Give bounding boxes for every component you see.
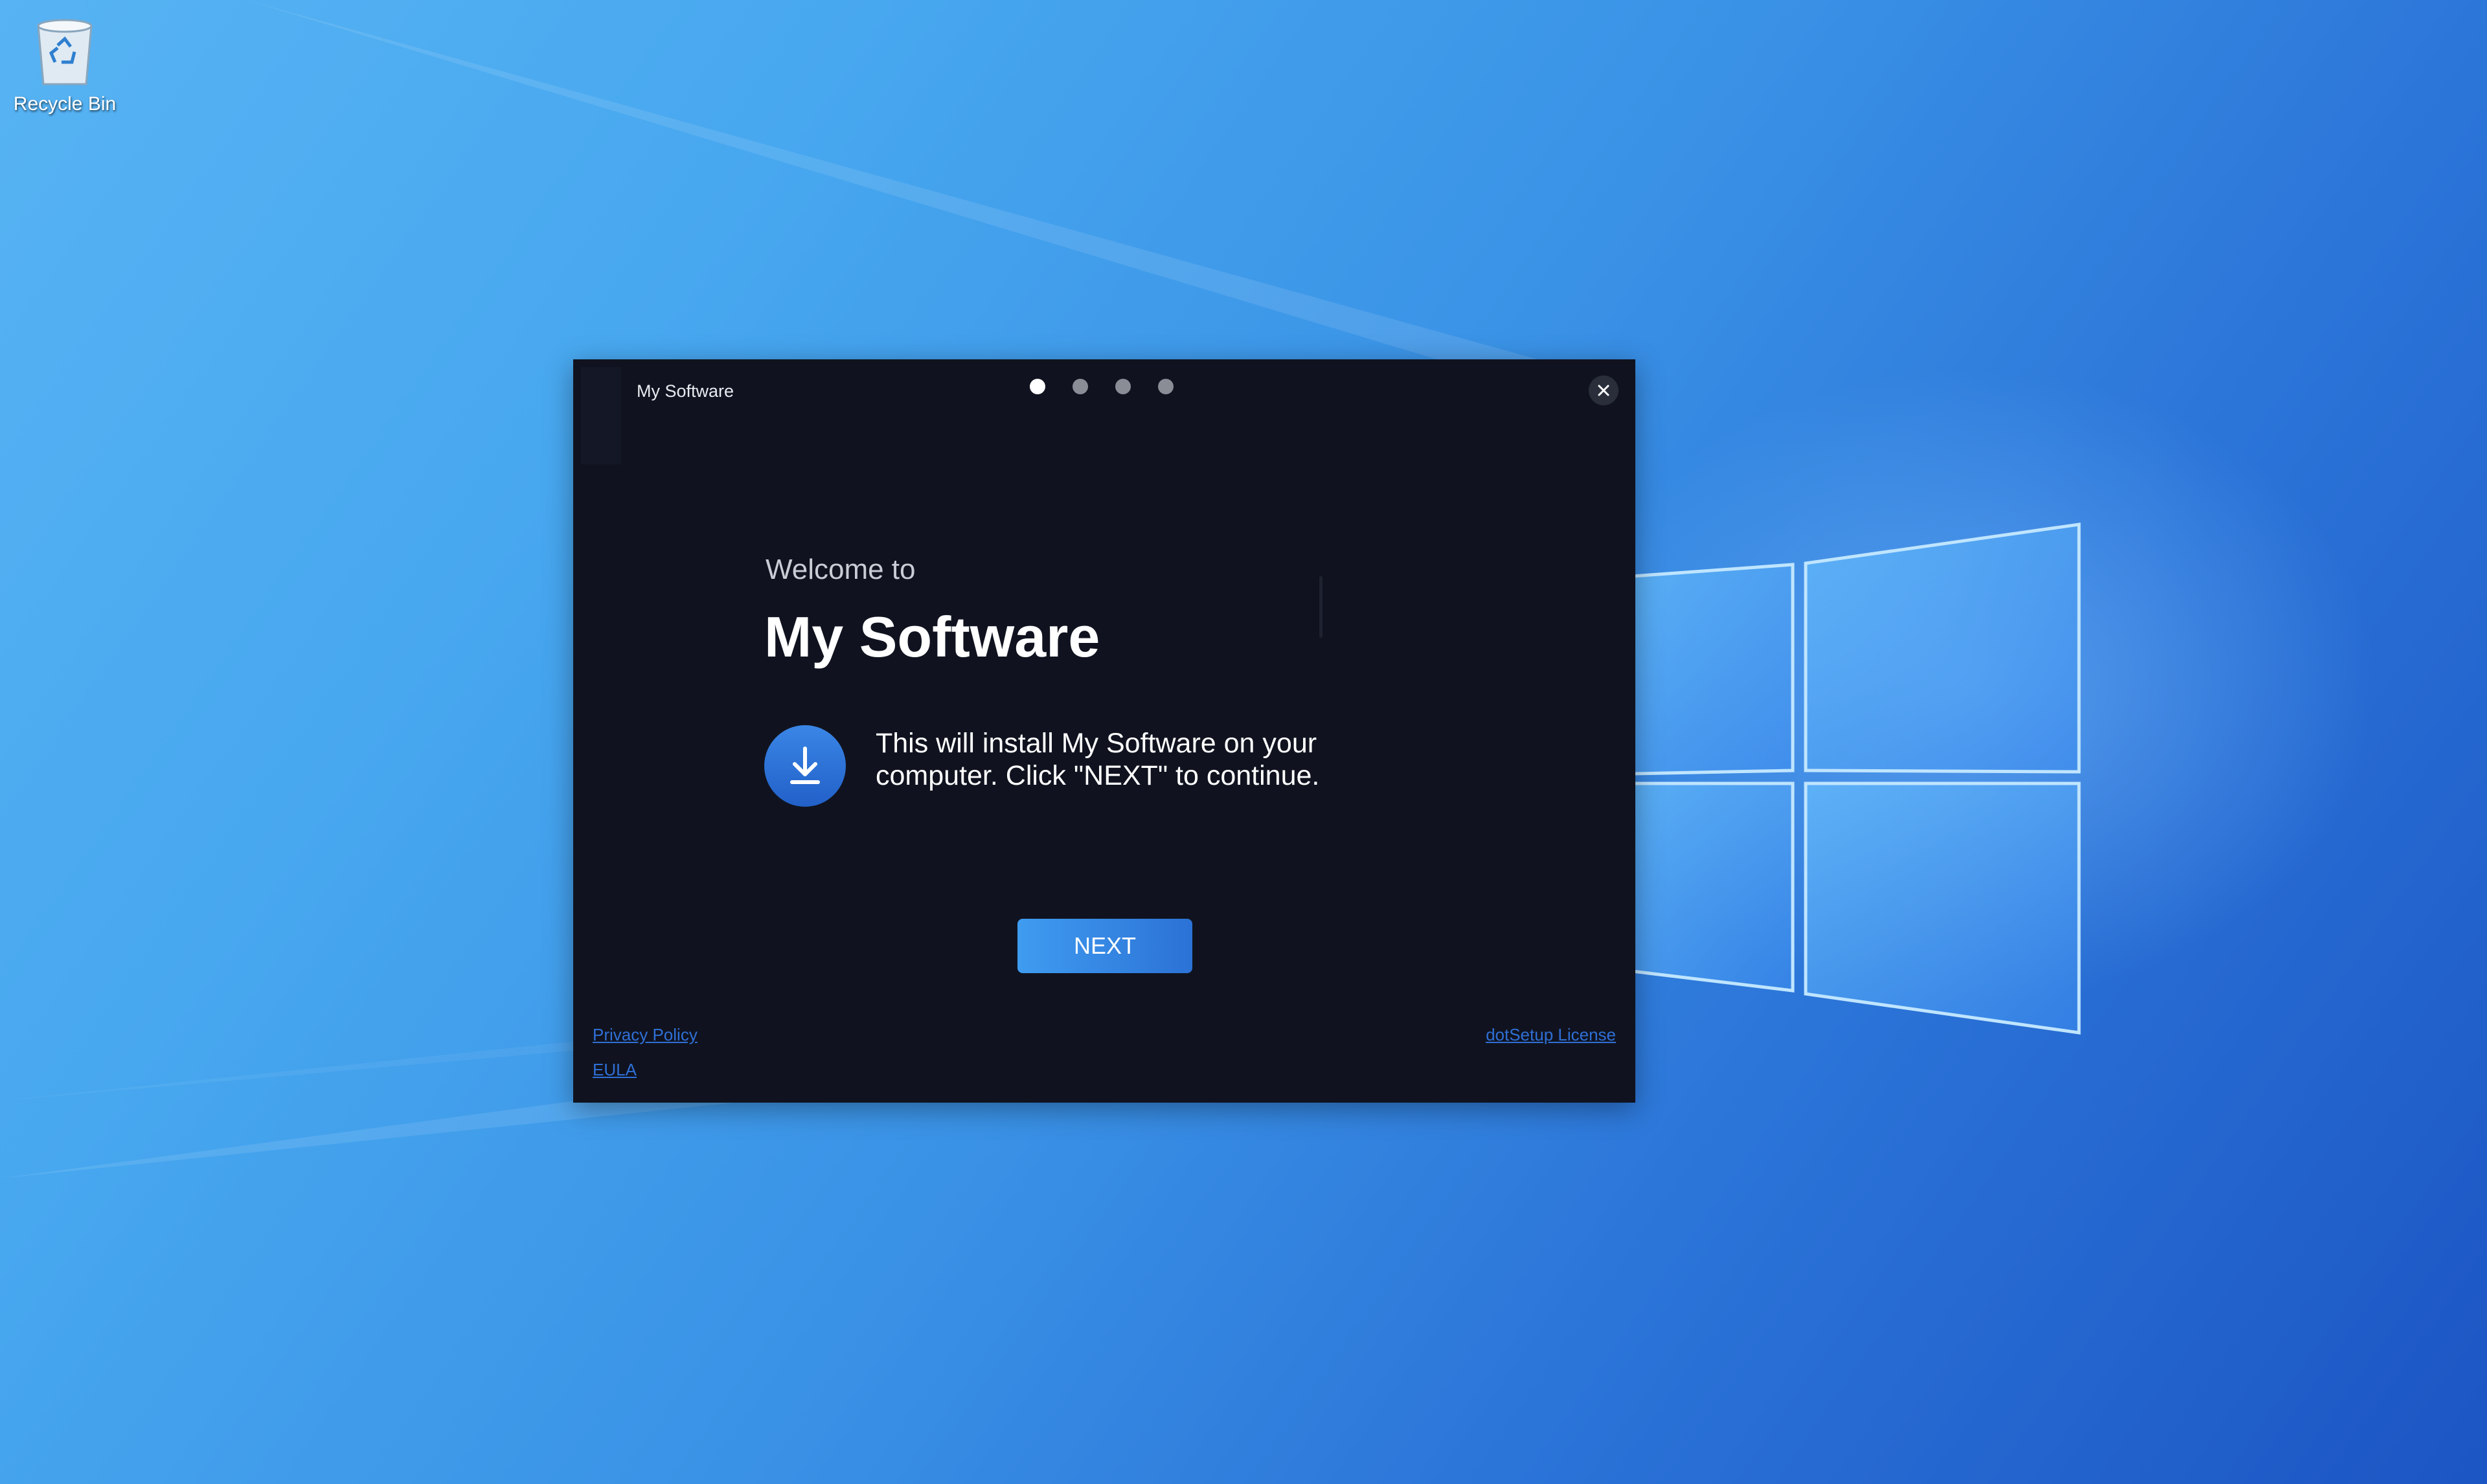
download-icon	[764, 725, 846, 807]
title-accent	[581, 367, 621, 464]
desktop-icon-label: Recycle Bin	[13, 93, 117, 115]
window-title: My Software	[637, 381, 734, 401]
close-icon	[1598, 385, 1609, 396]
product-name: My Software	[764, 605, 1100, 669]
next-button[interactable]: NEXT	[1017, 919, 1192, 973]
eula-link[interactable]: EULA	[593, 1060, 637, 1080]
dotsetup-license-link[interactable]: dotSetup License	[1486, 1025, 1616, 1045]
step-dot-2	[1073, 379, 1088, 394]
step-dot-1	[1030, 379, 1045, 394]
recycle-bin-icon	[37, 19, 93, 85]
step-indicator	[1030, 379, 1174, 394]
desktop-icon-recycle-bin[interactable]: Recycle Bin	[6, 12, 123, 135]
privacy-policy-link[interactable]: Privacy Policy	[593, 1025, 698, 1045]
scroll-mark	[1319, 576, 1323, 638]
close-button[interactable]	[1589, 376, 1618, 405]
step-dot-4	[1158, 379, 1174, 394]
install-description: This will install My Software on your co…	[876, 728, 1320, 791]
windows-logo	[1632, 523, 2081, 1035]
installer-window: My Software Welcome to My Software This …	[573, 359, 1635, 1103]
step-dot-3	[1115, 379, 1131, 394]
welcome-label: Welcome to	[766, 554, 916, 585]
